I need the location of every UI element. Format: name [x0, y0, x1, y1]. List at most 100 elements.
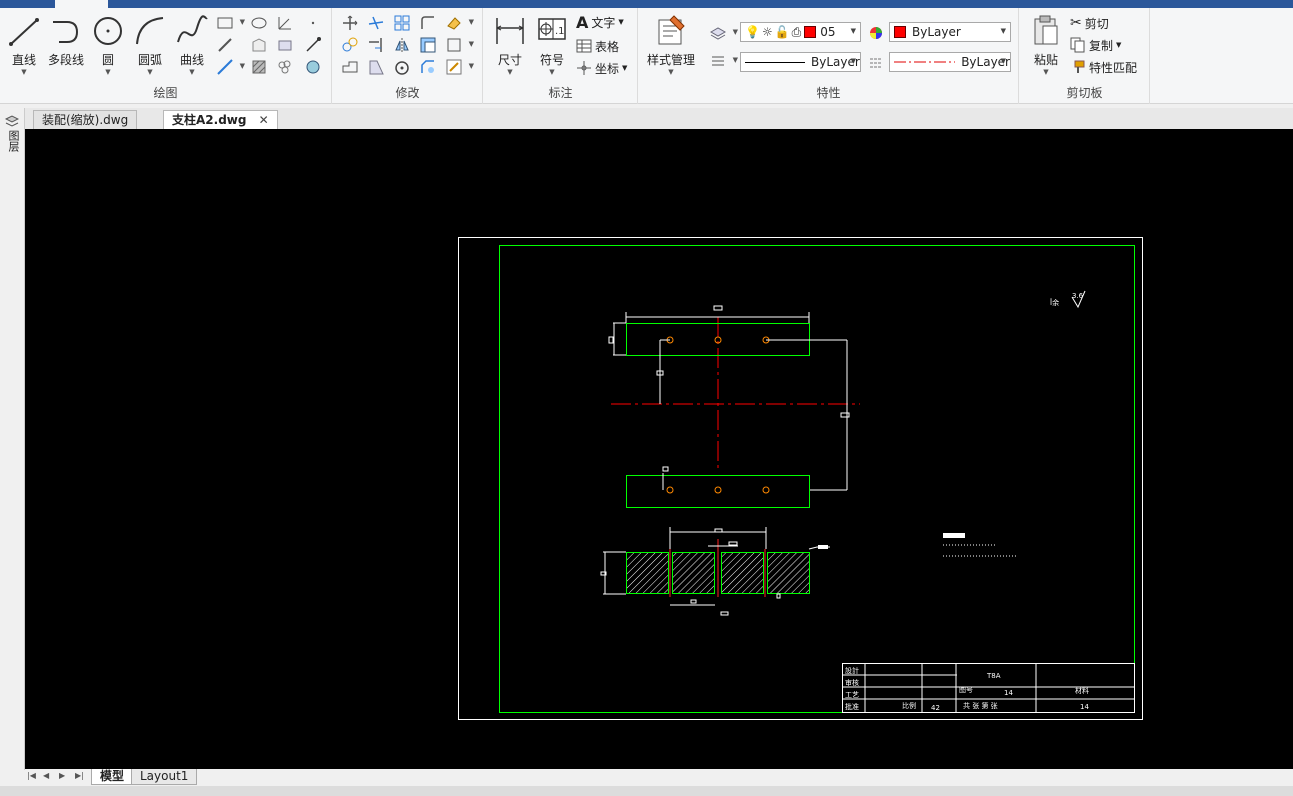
- boundary-button[interactable]: [304, 58, 326, 78]
- region-button[interactable]: [250, 36, 272, 56]
- coordinate-button[interactable]: 坐标 ▼: [576, 58, 627, 78]
- match-properties-button[interactable]: 特性匹配: [1070, 57, 1137, 77]
- hatch-icon: [252, 60, 266, 74]
- chevron-down-icon: ▼: [105, 68, 111, 76]
- mirror-icon: [395, 38, 409, 52]
- wipeout-button[interactable]: [276, 36, 298, 56]
- title-bar: [0, 0, 1293, 8]
- chevron-down-icon: ▼: [1043, 68, 1049, 76]
- hatch-button[interactable]: [250, 58, 272, 78]
- svg-text:图号: 图号: [959, 686, 973, 694]
- section-view: [600, 527, 830, 616]
- coordinate-icon: [577, 61, 591, 75]
- next-layout-icon[interactable]: ▶: [59, 771, 65, 780]
- layer-panel-strip[interactable]: 图层: [0, 108, 25, 770]
- style-manager-button[interactable]: 样式管理 ▼: [645, 12, 697, 78]
- text-button[interactable]: A 文字 ▼: [576, 12, 624, 32]
- layer-stack-icon: [709, 27, 727, 40]
- offset-button[interactable]: [419, 36, 441, 56]
- lineweight-combo[interactable]: ByLayer ▼: [740, 52, 861, 72]
- layer-combo[interactable]: 💡 ☼ 🔓 ⎙ 05 ▼: [740, 22, 861, 42]
- svg-text:批准: 批准: [845, 702, 859, 711]
- stretch-button[interactable]: [341, 58, 363, 78]
- circle-button[interactable]: 圆 ▼: [88, 12, 128, 78]
- chevron-down-icon: ▼: [507, 68, 513, 76]
- explode-button[interactable]: ▼: [445, 36, 474, 56]
- dimension-button[interactable]: 尺寸 ▼: [490, 12, 530, 78]
- rectangle-button[interactable]: ▼: [216, 14, 245, 34]
- revcloud-button[interactable]: [276, 58, 298, 78]
- array-button[interactable]: [393, 14, 415, 34]
- active-ribbon-tab[interactable]: [55, 0, 108, 8]
- layer-properties-button[interactable]: ▼: [709, 24, 738, 44]
- point-button[interactable]: [304, 14, 326, 34]
- trim-button[interactable]: [367, 14, 389, 34]
- doc-tab-pillar[interactable]: 支柱A2.dwg ✕: [163, 110, 278, 129]
- rotate-button[interactable]: [393, 58, 415, 78]
- paste-button[interactable]: 粘贴 ▼: [1026, 12, 1066, 78]
- erase-button[interactable]: ▼: [445, 14, 474, 34]
- scale-icon: [369, 60, 384, 75]
- close-icon[interactable]: ✕: [259, 113, 269, 127]
- table-button[interactable]: 表格: [576, 36, 619, 56]
- wipeout-icon: [278, 40, 292, 51]
- ellipse-button[interactable]: [250, 14, 272, 34]
- arc-icon: [136, 17, 164, 45]
- chamfer-button[interactable]: [419, 58, 441, 78]
- color-wheel-button[interactable]: [867, 24, 889, 44]
- ray-icon: [306, 37, 321, 52]
- copy-object-button[interactable]: [341, 36, 363, 56]
- lightbulb-icon: 💡: [745, 25, 760, 39]
- edit-button[interactable]: ▼: [445, 58, 474, 78]
- clipboard-group: 粘贴 ▼ ✂ 剪切 复制 ▼ 特性匹配 剪切板: [1020, 8, 1150, 104]
- cut-label: 剪切: [1084, 16, 1109, 31]
- dimension-icon: [496, 18, 524, 44]
- extend-button[interactable]: [367, 36, 389, 56]
- match-properties-label: 特性匹配: [1089, 60, 1138, 75]
- move-button[interactable]: [341, 14, 363, 34]
- drawing-canvas[interactable]: ꟾ余 3.6 設計 审核 工艺 批准 比例 T8A 图号 14 材料 14 42…: [25, 129, 1293, 769]
- copy-button[interactable]: 复制 ▼: [1070, 35, 1121, 55]
- scissors-icon: ✂: [1070, 15, 1082, 31]
- mirror-button[interactable]: [393, 36, 415, 56]
- chevron-down-icon: ▼: [21, 68, 27, 76]
- cut-button[interactable]: ✂ 剪切: [1070, 13, 1109, 33]
- polyline-button[interactable]: 多段线: [46, 12, 86, 78]
- copy-object-icon: [342, 37, 358, 52]
- style-manager-icon: [658, 15, 685, 45]
- angle-button[interactable]: [276, 14, 298, 34]
- arc-button[interactable]: 圆弧 ▼: [130, 12, 170, 78]
- annotate-group: 尺寸 ▼ .1 符号 ▼ A 文字 ▼ 表格 坐标 ▼ 标注: [484, 8, 638, 104]
- ray-button[interactable]: [304, 36, 326, 56]
- point-icon: [311, 21, 315, 25]
- tab-model-label: 模型: [100, 769, 125, 783]
- material-text: T8A: [986, 672, 1001, 680]
- chevron-down-icon: ▼: [189, 68, 195, 76]
- svg-text:工艺: 工艺: [845, 691, 859, 699]
- line-button[interactable]: 直线 ▼: [4, 12, 44, 78]
- color-combo[interactable]: ByLayer ▼: [889, 22, 1011, 42]
- svg-text:3.6: 3.6: [1072, 292, 1084, 300]
- last-layout-icon[interactable]: ▶|: [75, 771, 84, 780]
- xline-button[interactable]: [216, 36, 238, 56]
- tab-model[interactable]: 模型: [91, 769, 134, 785]
- lineweight-list-button[interactable]: ▼: [709, 52, 738, 72]
- title-block-text: 設計 审核 工艺 批准 比例 T8A 图号 14 材料 14 42 共 张 第 …: [845, 666, 1089, 712]
- symbol-button[interactable]: .1 符号 ▼: [532, 12, 572, 78]
- linetype-icon: [870, 58, 882, 68]
- first-layout-icon[interactable]: |◀: [27, 771, 36, 780]
- chevron-down-icon: ▼: [668, 68, 674, 76]
- circle-icon: [94, 17, 122, 45]
- scale-button[interactable]: [367, 58, 389, 78]
- linetype-scale-button[interactable]: [867, 54, 889, 74]
- fillet-button[interactable]: [419, 14, 441, 34]
- modify-group: ▼ ▼ ▼ 修改: [333, 8, 483, 104]
- prev-layout-icon[interactable]: ◀: [43, 771, 49, 780]
- tab-layout1[interactable]: Layout1: [131, 769, 198, 785]
- svg-text:設計: 設計: [845, 666, 859, 675]
- spline-button[interactable]: 曲线 ▼: [172, 12, 212, 78]
- doc-tab-assembly[interactable]: 装配(缩放).dwg: [33, 110, 138, 129]
- text-icon: A: [576, 12, 589, 32]
- construction-line-button[interactable]: ▼: [216, 58, 245, 78]
- linetype-combo[interactable]: ByLayer ▼: [889, 52, 1011, 72]
